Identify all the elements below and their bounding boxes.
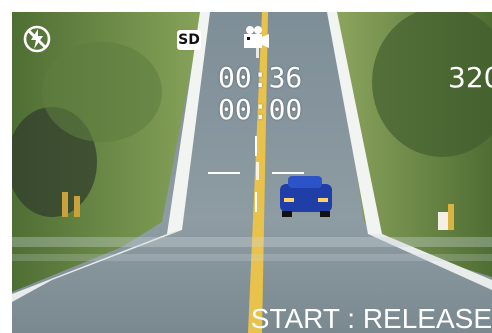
- camera-lcd-screen: SD 00:36 00:00 320 START : RELEASE: [0, 0, 492, 333]
- start-release-hint: START : RELEASE: [250, 303, 492, 333]
- viewfinder: SD 00:36 00:00 320 START : RELEASE: [12, 12, 492, 333]
- focus-crosshair: [208, 136, 304, 212]
